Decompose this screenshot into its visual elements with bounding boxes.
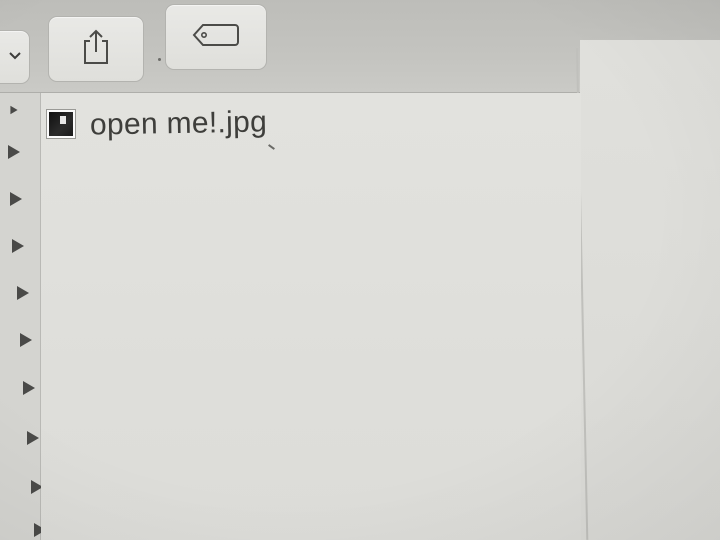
- tag-icon: [191, 21, 241, 54]
- share-button[interactable]: [48, 16, 144, 82]
- disclosure-triangle-icon[interactable]: [20, 333, 32, 347]
- toolbar-separator-dot: [158, 58, 161, 61]
- sidebar: [0, 93, 46, 540]
- view-options-button[interactable]: [0, 30, 30, 84]
- disclosure-triangle-icon[interactable]: [17, 286, 29, 300]
- image-file-icon: [46, 109, 76, 139]
- finder-window: open me!.jpg: [0, 0, 720, 540]
- preview-column: [580, 40, 720, 540]
- disclosure-triangle-icon[interactable]: [8, 145, 20, 159]
- disclosure-triangle-icon[interactable]: [27, 431, 39, 445]
- tags-button[interactable]: [165, 4, 267, 70]
- list-item[interactable]: open me!.jpg: [46, 104, 267, 144]
- chevron-down-icon: [8, 48, 22, 66]
- file-column: [41, 93, 581, 540]
- share-icon: [80, 27, 112, 72]
- disclosure-triangle-icon[interactable]: [23, 381, 35, 395]
- disclosure-triangle-icon[interactable]: [12, 239, 24, 253]
- disclosure-triangle-icon[interactable]: [10, 192, 22, 206]
- disclosure-triangle-icon[interactable]: [10, 105, 18, 115]
- file-name: open me!.jpg: [89, 105, 268, 142]
